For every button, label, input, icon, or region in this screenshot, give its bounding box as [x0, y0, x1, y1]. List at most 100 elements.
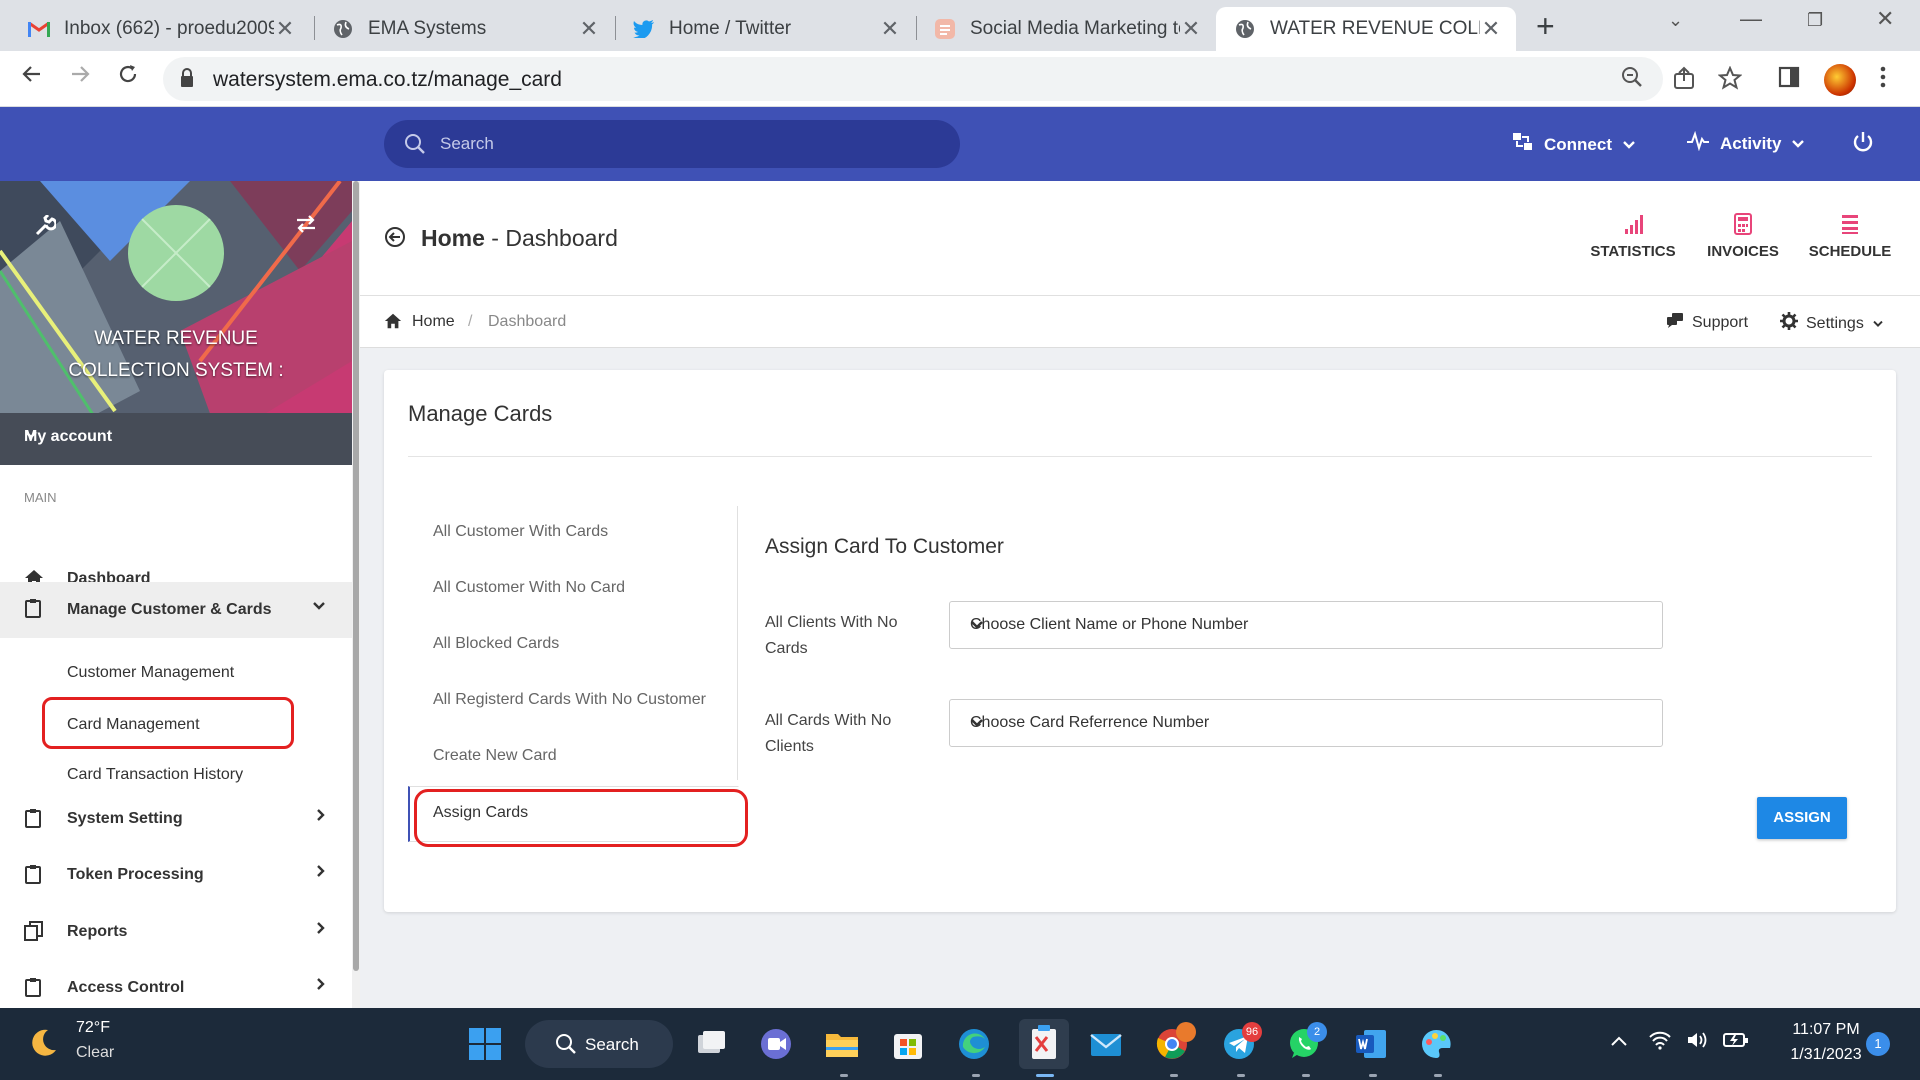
power-icon[interactable] [1852, 131, 1874, 153]
paint-icon[interactable] [1417, 1025, 1455, 1063]
schedule-button[interactable]: SCHEDULE [1800, 213, 1900, 260]
new-tab-icon[interactable]: + [1536, 8, 1555, 45]
globe-icon [332, 18, 354, 40]
word-icon[interactable] [1352, 1025, 1390, 1063]
teams-chat-icon[interactable] [757, 1025, 795, 1063]
my-account-toggle[interactable]: My account [0, 413, 352, 465]
swap-icon[interactable] [296, 215, 316, 238]
activity-label: Activity [1720, 133, 1782, 153]
wifi-icon[interactable] [1648, 1030, 1672, 1056]
page-title: Home - Dashboard [421, 225, 618, 252]
sidebar-scrollbar[interactable] [352, 181, 360, 1008]
forward-arrow-icon[interactable] [68, 61, 92, 93]
app-icon [934, 18, 956, 40]
invoices-button[interactable]: INVOICES [1693, 213, 1793, 260]
taskbar-search[interactable]: Search [525, 1020, 673, 1068]
share-icon[interactable] [1672, 66, 1696, 97]
cards-no-clients-label: All Cards With No Clients [765, 712, 892, 755]
tab-social-media-marketing[interactable]: Social Media Marketing to ✕ [916, 7, 1216, 51]
omnibox[interactable]: watersystem.ema.co.tz/manage_card [163, 57, 1663, 101]
support-link[interactable]: Support [1666, 312, 1748, 333]
tab-create-new-card[interactable]: Create New Card [408, 730, 738, 786]
back-arrow-icon[interactable] [20, 61, 44, 93]
panel-title: Manage Cards [408, 401, 553, 426]
moon-icon[interactable] [26, 1026, 60, 1068]
tab-water-revenue[interactable]: WATER REVENUE COLLEC ✕ [1216, 7, 1516, 51]
running-indicator [1369, 1074, 1377, 1077]
chevron-up-icon[interactable] [1610, 1030, 1628, 1053]
sidebar-item-label: System Setting [67, 810, 183, 827]
microsoft-store-icon[interactable] [889, 1025, 927, 1063]
statistics-label: STATISTICS [1590, 243, 1676, 260]
search-icon [404, 133, 426, 160]
reload-icon[interactable] [116, 61, 140, 93]
bookmark-star-icon[interactable] [1717, 65, 1743, 97]
connect-menu[interactable]: Connect [1512, 131, 1636, 158]
weather-temperature[interactable]: 72°F [76, 1019, 110, 1037]
notification-badge[interactable]: 1 [1866, 1032, 1890, 1056]
zoom-icon[interactable] [1621, 66, 1643, 94]
sidebar-item-system-setting[interactable]: System Setting [0, 792, 352, 846]
sidebar-item-access-control[interactable]: Access Control [0, 961, 352, 1008]
tab-twitter[interactable]: Home / Twitter ✕ [615, 7, 915, 51]
twitter-icon [633, 18, 655, 40]
menu-dots-icon[interactable] [1880, 66, 1886, 95]
app-header: Search Connect Activity [0, 107, 1920, 181]
task-view-icon[interactable] [692, 1025, 730, 1063]
client-select[interactable]: Choose Client Name or Phone Number [949, 601, 1663, 649]
chevron-down-icon [1622, 135, 1636, 155]
statistics-button[interactable]: STATISTICS [1583, 213, 1683, 260]
tab-gmail[interactable]: Inbox (662) - proedu2009 ✕ [10, 7, 310, 51]
snipping-tool-icon[interactable] [1019, 1019, 1069, 1069]
pulse-icon [1686, 130, 1710, 156]
search-placeholder: Search [440, 134, 494, 153]
sidebar-subitem-card-transaction-history[interactable]: Card Transaction History [67, 766, 243, 784]
sidebar-item-manage-customer-cards[interactable]: Manage Customer & Cards [0, 582, 352, 638]
back-circle-icon[interactable] [384, 226, 406, 253]
close-tab-icon[interactable]: ✕ [879, 16, 901, 42]
mail-icon[interactable] [1087, 1025, 1125, 1063]
assign-button[interactable]: ASSIGN [1757, 797, 1847, 839]
volume-icon[interactable] [1686, 1030, 1710, 1056]
minimize-icon[interactable]: — [1740, 6, 1762, 32]
edge-browser-icon[interactable] [955, 1025, 993, 1063]
close-tab-icon[interactable]: ✕ [1480, 16, 1502, 42]
side-panel-icon[interactable] [1778, 66, 1800, 95]
file-explorer-icon[interactable] [823, 1025, 861, 1063]
manage-cards-panel: Manage Cards All Customer With Cards All… [384, 370, 1896, 912]
clock-date[interactable]: 1/31/2023 [1776, 1046, 1876, 1064]
copy-icon [24, 921, 44, 941]
close-window-icon[interactable]: ✕ [1876, 6, 1894, 32]
sidebar-item-label: Token Processing [67, 866, 204, 883]
wrench-icon[interactable] [34, 213, 58, 242]
weather-condition[interactable]: Clear [76, 1044, 114, 1062]
sidebar: WATER REVENUE COLLECTION SYSTEM : My acc… [0, 181, 352, 1008]
tab-all-customer-with-no-card[interactable]: All Customer With No Card [408, 562, 738, 618]
tab-search-icon[interactable]: ⌄ [1668, 10, 1683, 31]
form-title: Assign Card To Customer [765, 535, 1004, 558]
clipboard-icon [24, 598, 44, 618]
tab-ema-systems[interactable]: EMA Systems ✕ [314, 7, 614, 51]
scrollbar-thumb[interactable] [353, 181, 359, 971]
restore-icon[interactable]: ❐ [1807, 10, 1823, 31]
settings-menu[interactable]: Settings [1780, 312, 1884, 335]
card-reference-select[interactable]: Choose Card Referrence Number [949, 699, 1663, 747]
battery-icon[interactable] [1722, 1030, 1750, 1056]
sidebar-subitem-customer-management[interactable]: Customer Management [67, 664, 234, 682]
clipboard-icon [24, 977, 44, 997]
breadcrumb-home[interactable]: Home [412, 313, 455, 331]
clock-time[interactable]: 11:07 PM [1776, 1021, 1876, 1039]
close-tab-icon[interactable]: ✕ [578, 16, 600, 42]
search-input[interactable]: Search [384, 120, 960, 168]
close-tab-icon[interactable]: ✕ [274, 16, 296, 42]
support-icon [1666, 312, 1684, 333]
sidebar-item-reports[interactable]: Reports [0, 905, 352, 959]
tab-registered-cards-no-customer[interactable]: All Registerd Cards With No Customer [408, 674, 738, 730]
sidebar-item-token-processing[interactable]: Token Processing [0, 848, 352, 902]
profile-avatar[interactable] [1824, 64, 1856, 96]
tab-all-customer-with-cards[interactable]: All Customer With Cards [408, 506, 738, 562]
close-tab-icon[interactable]: ✕ [1180, 16, 1202, 42]
windows-start-icon[interactable] [466, 1025, 504, 1063]
activity-menu[interactable]: Activity [1686, 130, 1805, 156]
tab-all-blocked-cards[interactable]: All Blocked Cards [408, 618, 738, 674]
